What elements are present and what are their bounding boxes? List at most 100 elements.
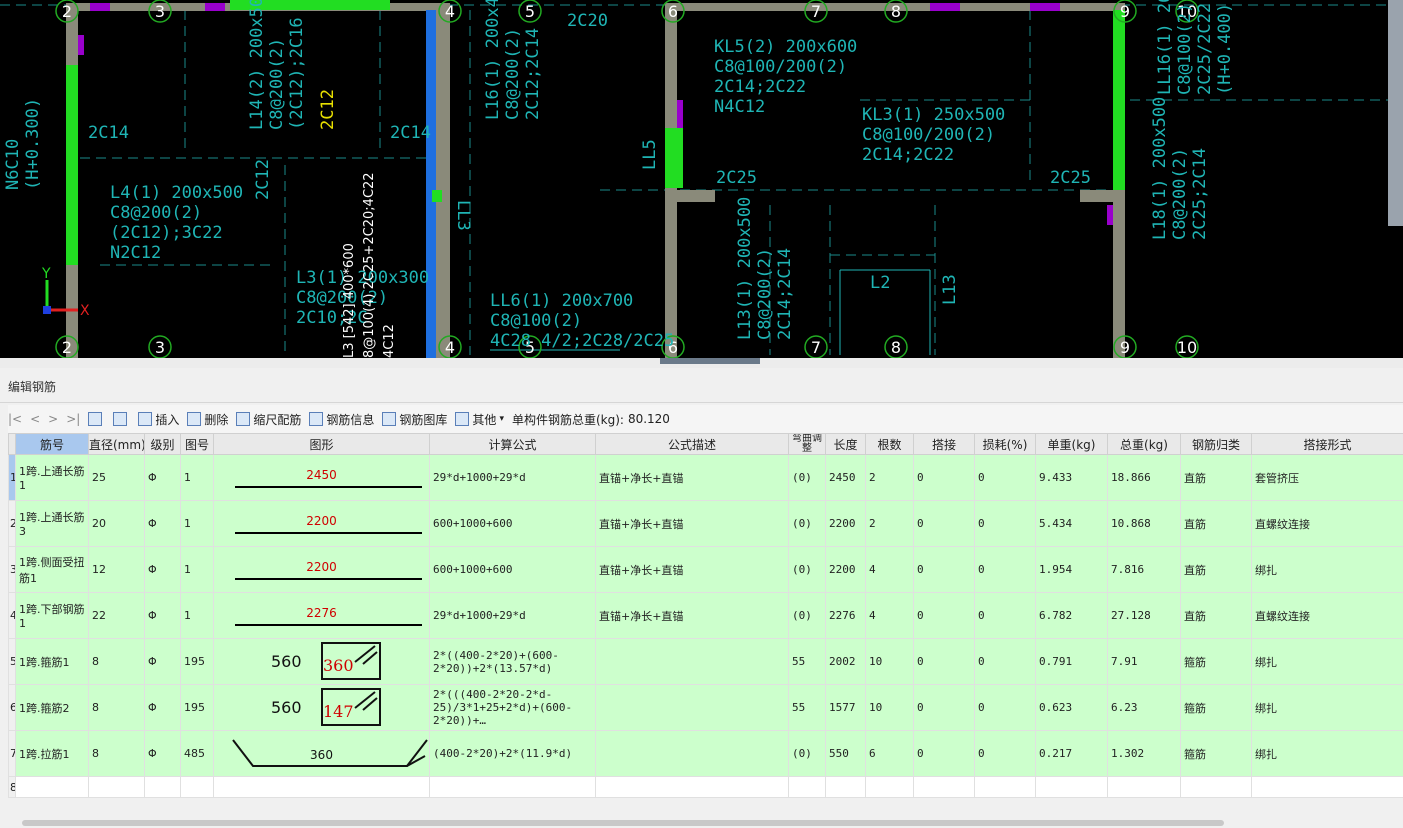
table-cell-loss[interactable]: 0 <box>974 500 1036 547</box>
table-cell-empty[interactable] <box>974 776 1036 798</box>
column-header[interactable]: 筋号 <box>15 433 89 455</box>
row-number[interactable]: 1 <box>8 454 16 501</box>
table-cell-total[interactable]: 1.302 <box>1107 730 1181 777</box>
table-cell-empty[interactable] <box>825 776 866 798</box>
table-cell-len[interactable]: 1577 <box>825 684 866 731</box>
table-cell-name[interactable]: 1跨.拉筋1 <box>15 730 89 777</box>
rebar-shape-cell[interactable]: 2276 <box>213 592 430 639</box>
splitter-grip[interactable] <box>660 358 760 364</box>
table-cell-formula[interactable]: 600+1000+600 <box>429 500 596 547</box>
table-cell-total[interactable]: 18.866 <box>1107 454 1181 501</box>
table-cell-total[interactable]: 10.868 <box>1107 500 1181 547</box>
table-cell-empty[interactable] <box>1251 776 1403 798</box>
table-cell-count[interactable]: 6 <box>865 730 914 777</box>
table-cell-lap[interactable]: 0 <box>913 592 975 639</box>
rebar-shape-cell[interactable]: 2450 <box>213 454 430 501</box>
table-cell-lap[interactable]: 0 <box>913 500 975 547</box>
rebar-shape-cell[interactable]: 2200 <box>213 500 430 547</box>
table-cell-loss[interactable]: 0 <box>974 454 1036 501</box>
rebar-info-button[interactable]: 钢筋信息 <box>309 411 374 428</box>
table-cell-bend[interactable]: (0) <box>788 592 826 639</box>
table-cell-laptype[interactable]: 绑扎 <box>1251 684 1403 731</box>
table-cell-name[interactable]: 1跨.上通长筋3 <box>15 500 89 547</box>
rebar-shape-cell[interactable]: 2200 <box>213 546 430 593</box>
table-cell-desc[interactable]: 直锚+净长+直锚 <box>595 500 789 547</box>
rebar-shape-cell[interactable]: 560 360 <box>213 638 430 685</box>
table-cell-bend[interactable]: 55 <box>788 638 826 685</box>
table-cell-lap[interactable]: 0 <box>913 684 975 731</box>
table-cell-grade[interactable]: Φ <box>144 454 181 501</box>
column-header[interactable]: 弯曲调整 <box>788 433 826 455</box>
cad-drawing-view[interactable]: 2 3 4 5 6 7 8 9 10 2 3 4 5 6 7 8 9 10 KL… <box>0 0 1403 358</box>
table-cell-unit[interactable]: 6.782 <box>1035 592 1108 639</box>
column-header[interactable]: 搭接 <box>913 433 975 455</box>
table-cell-dia[interactable]: 22 <box>88 592 145 639</box>
table-cell-loss[interactable]: 0 <box>974 638 1036 685</box>
table-cell-empty[interactable] <box>1035 776 1108 798</box>
table-cell-desc[interactable]: 直锚+净长+直锚 <box>595 454 789 501</box>
next-record-button[interactable]: > <box>48 412 58 426</box>
rebar-library-button[interactable]: 钢筋图库 <box>382 411 447 428</box>
table-cell-laptype[interactable]: 绑扎 <box>1251 730 1403 777</box>
table-cell-bend[interactable]: (0) <box>788 730 826 777</box>
table-cell-dia[interactable]: 8 <box>88 730 145 777</box>
table-cell-total[interactable]: 7.91 <box>1107 638 1181 685</box>
table-cell-laptype[interactable]: 套管挤压 <box>1251 454 1403 501</box>
table-row[interactable]: 11跨.上通长筋125Φ1245029*d+1000+29*d直锚+净长+直锚(… <box>8 454 1403 501</box>
table-cell-empty[interactable] <box>180 776 214 798</box>
table-cell-dia[interactable]: 12 <box>88 546 145 593</box>
table-cell-formula[interactable]: 2*((400-2*20)+(600-2*20))+2*(13.57*d) <box>429 638 596 685</box>
table-cell-unit[interactable]: 9.433 <box>1035 454 1108 501</box>
column-header[interactable]: 损耗(%) <box>974 433 1036 455</box>
column-header[interactable]: 长度 <box>825 433 866 455</box>
table-cell-formula[interactable]: 2*(((400-2*20-2*d-25)/3*1+25+2*d)+(600-2… <box>429 684 596 731</box>
table-cell-count[interactable]: 4 <box>865 546 914 593</box>
table-row[interactable]: 31跨.侧面受扭筋112Φ1 2200 600+1000+600直锚+净长+直锚(0… <box>8 546 1403 593</box>
table-cell-fig[interactable]: 195 <box>180 638 214 685</box>
table-cell-bend[interactable]: (0) <box>788 500 826 547</box>
last-record-button[interactable]: >| <box>66 412 80 426</box>
column-header[interactable]: 直径(mm) <box>88 433 145 455</box>
table-cell-fig[interactable]: 1 <box>180 500 214 547</box>
table-cell-empty[interactable] <box>595 776 789 798</box>
view-toolbar-strip[interactable] <box>1388 0 1403 226</box>
table-cell-formula[interactable]: 600+1000+600 <box>429 546 596 593</box>
table-cell-lap[interactable]: 0 <box>913 638 975 685</box>
table-cell-formula[interactable]: 29*d+1000+29*d <box>429 592 596 639</box>
table-cell-cat[interactable]: 直筋 <box>1180 546 1252 593</box>
column-header[interactable]: 图号 <box>180 433 214 455</box>
row-number[interactable]: 6 <box>8 684 16 731</box>
table-cell-cat[interactable]: 直筋 <box>1180 592 1252 639</box>
table-cell-cat[interactable]: 箍筋 <box>1180 638 1252 685</box>
table-cell-fig[interactable]: 1 <box>180 454 214 501</box>
table-cell-name[interactable]: 1跨.箍筋1 <box>15 638 89 685</box>
scrollbar-thumb[interactable] <box>22 820 1224 826</box>
table-cell-count[interactable]: 2 <box>865 500 914 547</box>
table-cell-desc[interactable] <box>595 730 789 777</box>
table-cell-empty[interactable] <box>1107 776 1181 798</box>
move-down-button[interactable] <box>113 412 130 426</box>
table-cell-grade[interactable]: Φ <box>144 592 181 639</box>
table-cell-len[interactable]: 2200 <box>825 500 866 547</box>
table-cell-dia[interactable]: 8 <box>88 684 145 731</box>
table-cell-desc[interactable] <box>595 638 789 685</box>
table-cell-empty[interactable] <box>213 776 430 798</box>
column-header[interactable]: 计算公式 <box>429 433 596 455</box>
table-cell-loss[interactable]: 0 <box>974 684 1036 731</box>
horizontal-scrollbar[interactable] <box>8 798 1403 828</box>
table-cell-laptype[interactable]: 直螺纹连接 <box>1251 500 1403 547</box>
table-cell-bend[interactable]: (0) <box>788 546 826 593</box>
cad-canvas[interactable]: 2 3 4 5 6 7 8 9 10 2 3 4 5 6 7 8 9 10 KL… <box>0 0 1403 358</box>
column-header[interactable]: 公式描述 <box>595 433 789 455</box>
table-cell-grade[interactable]: Φ <box>144 684 181 731</box>
table-cell-desc[interactable]: 直锚+净长+直锚 <box>595 592 789 639</box>
table-row-empty[interactable]: 8 <box>8 776 1403 798</box>
table-cell-formula[interactable]: (400-2*20)+2*(11.9*d) <box>429 730 596 777</box>
first-record-button[interactable]: |< <box>8 412 22 426</box>
table-cell-total[interactable]: 27.128 <box>1107 592 1181 639</box>
column-header[interactable]: 图形 <box>213 433 430 455</box>
rebar-shape-cell[interactable]: 560 147 <box>213 684 430 731</box>
table-cell-fig[interactable]: 1 <box>180 592 214 639</box>
table-cell-len[interactable]: 2200 <box>825 546 866 593</box>
table-cell-total[interactable]: 6.23 <box>1107 684 1181 731</box>
